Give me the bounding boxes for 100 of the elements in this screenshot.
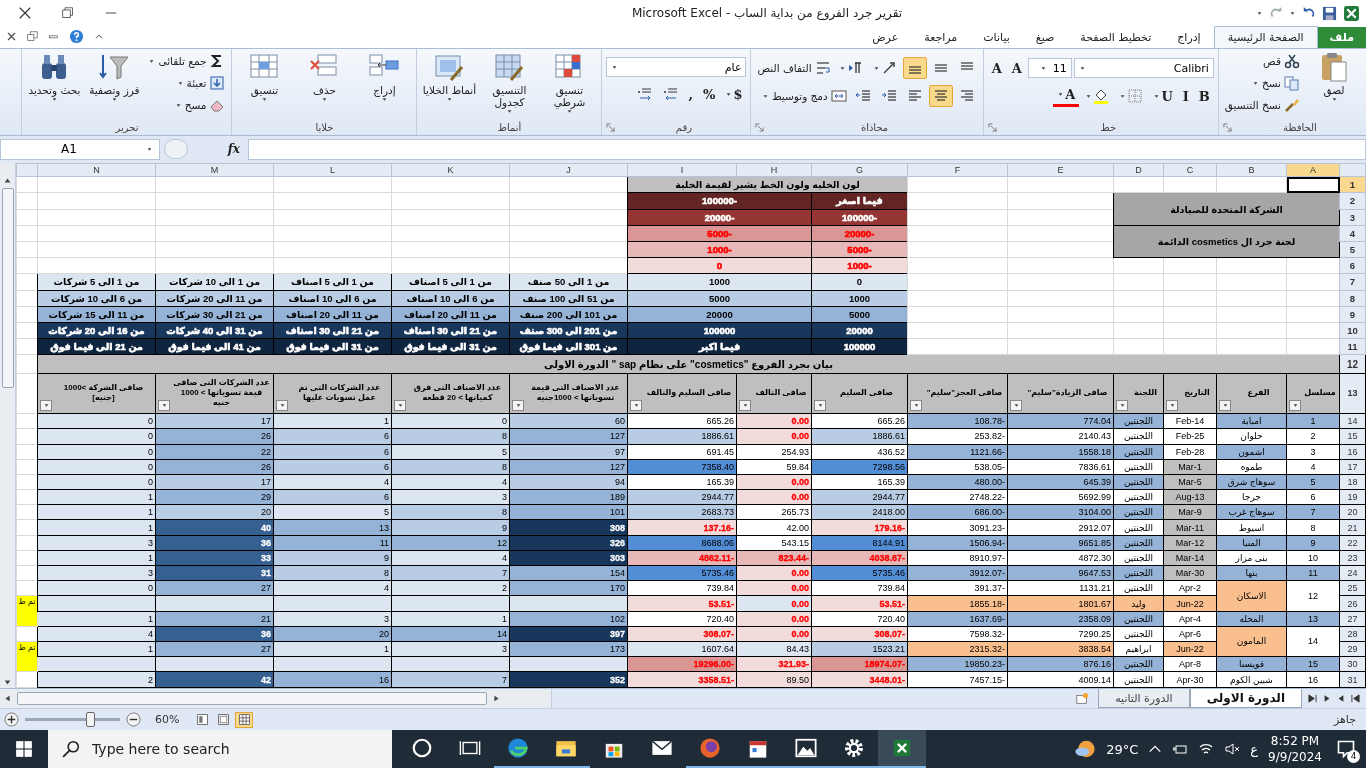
column-header[interactable]: I <box>627 163 737 177</box>
ribbon-button[interactable]: دمج وتوسيط <box>759 86 849 106</box>
taskbar-button[interactable] <box>878 730 926 768</box>
formula-field[interactable] <box>248 138 1366 160</box>
scroll-left-icon[interactable] <box>4 694 11 703</box>
scroll-down-icon[interactable] <box>3 679 12 686</box>
ribbon-button[interactable]: حذف <box>296 51 353 102</box>
column-header[interactable]: J <box>509 163 628 177</box>
ribbon-button[interactable]: مسح <box>172 95 228 115</box>
ribbon-button[interactable]: إدراج <box>356 51 413 102</box>
toolbar-button[interactable]: A <box>1053 85 1080 107</box>
ribbon-button[interactable]: جمع تلقائى <box>146 51 228 71</box>
ribbon-tab[interactable]: الصفحة الرئيسية <box>1213 26 1318 48</box>
ribbon-tab[interactable]: عرض <box>859 27 912 48</box>
zoom-level[interactable]: 60% <box>147 713 188 726</box>
scroll-up-icon[interactable] <box>3 177 12 184</box>
help-icon[interactable] <box>69 29 84 44</box>
filter-button[interactable] <box>910 400 922 412</box>
close-icon[interactable] <box>6 31 17 42</box>
horizontal-scrollbar[interactable] <box>0 689 552 708</box>
sheet-tab[interactable]: الدورة التانيه <box>1098 689 1190 708</box>
vertical-scrollbar[interactable] <box>0 163 16 688</box>
scroll-right-icon[interactable] <box>493 694 500 703</box>
ribbon-button[interactable]: نسخ التنسيق <box>1222 95 1302 115</box>
filter-button[interactable] <box>1166 400 1178 412</box>
filter-button[interactable] <box>40 400 52 412</box>
column-header[interactable]: E <box>1007 163 1114 177</box>
ribbon-button[interactable]: تعبئة <box>174 73 228 93</box>
filter-button[interactable] <box>276 400 288 412</box>
launcher-icon[interactable] <box>606 123 616 132</box>
column-header[interactable]: F <box>907 163 1008 177</box>
function-button[interactable]: fx <box>192 142 244 156</box>
close-icon[interactable] <box>18 6 32 20</box>
zoom-in-icon[interactable] <box>4 712 19 727</box>
temperature[interactable]: 29°C <box>1106 741 1139 757</box>
toolbar-button[interactable]: U <box>1149 85 1177 107</box>
column-header[interactable]: N <box>37 163 156 177</box>
zoom-out-icon[interactable] <box>126 712 141 727</box>
row-header[interactable]: 13 <box>1339 373 1366 414</box>
ribbon-button[interactable]: فرز وتصفية <box>86 51 143 102</box>
search-field[interactable]: Type here to search <box>48 730 392 768</box>
ribbon-button[interactable]: قص <box>1261 51 1302 71</box>
previous-sheet-icon[interactable] <box>1337 694 1345 703</box>
dropdown-field[interactable]: Calibri <box>1073 58 1214 78</box>
name-box[interactable]: A1 <box>0 138 160 160</box>
filter-button[interactable] <box>630 400 642 412</box>
ribbon-button[interactable]: التفاف النص <box>755 58 833 78</box>
clock-time[interactable]: 8:52 PM <box>1270 733 1320 749</box>
slider-thumb[interactable] <box>85 712 95 727</box>
column-header[interactable]: M <box>155 163 274 177</box>
ribbon-button[interactable]: بحث وتحديد <box>26 51 83 102</box>
toolbar-button[interactable]: A <box>1007 57 1026 79</box>
ribbon-button[interactable]: لصق <box>1306 51 1362 102</box>
resize-handle[interactable] <box>164 139 188 159</box>
language-indicator[interactable]: ع <box>1250 741 1259 757</box>
dropdown-field[interactable]: 11 <box>1027 58 1072 78</box>
column-header[interactable]: H <box>736 163 812 177</box>
filter-button[interactable] <box>1116 400 1128 412</box>
column-header[interactable]: A <box>1286 163 1340 177</box>
filter-button[interactable] <box>394 400 406 412</box>
column-header[interactable]: L <box>273 163 392 177</box>
filter-button[interactable] <box>1289 400 1301 412</box>
last-sheet-icon[interactable] <box>1351 694 1360 703</box>
ribbon-button[interactable]: تنسيق شرطي <box>541 51 598 114</box>
ribbon-tab[interactable]: مراجعة <box>911 27 971 48</box>
restore-icon[interactable] <box>27 31 38 42</box>
filter-button[interactable] <box>158 400 170 412</box>
toolbar-button[interactable]: A <box>987 57 1006 79</box>
toolbar-button[interactable]: B <box>1194 85 1214 107</box>
ribbon-button[interactable]: التنسيق كجدول <box>481 51 538 114</box>
new-sheet-icon[interactable] <box>1074 691 1091 706</box>
toolbar-button[interactable] <box>902 57 927 79</box>
next-sheet-icon[interactable] <box>1323 694 1331 703</box>
launcher-icon[interactable] <box>987 123 997 132</box>
ribbon-button[interactable]: أنماط الخلايا <box>421 51 478 102</box>
ribbon-button[interactable]: نسخ <box>1249 73 1302 93</box>
column-header[interactable]: K <box>391 163 510 177</box>
cell-cursor[interactable] <box>1286 176 1340 193</box>
ribbon-tab[interactable]: بيانات <box>970 27 1023 48</box>
filter-button[interactable] <box>1219 400 1231 412</box>
column-header[interactable]: B <box>1216 163 1287 177</box>
app-logo-icon[interactable] <box>1343 4 1360 22</box>
toolbar-button[interactable]: , <box>684 83 698 105</box>
view-button[interactable] <box>235 711 254 728</box>
save-icon[interactable] <box>1322 5 1337 21</box>
toolbar-button[interactable]: % <box>699 83 720 105</box>
notification-icon[interactable] <box>1336 739 1356 759</box>
first-sheet-icon[interactable] <box>1308 694 1317 703</box>
filter-button[interactable] <box>814 400 826 412</box>
ribbon-tab[interactable]: ملف <box>1317 27 1366 48</box>
dropdown-field[interactable]: عام <box>606 57 747 77</box>
launcher-icon[interactable] <box>755 123 765 132</box>
scroll-thumb[interactable] <box>1 188 14 388</box>
launcher-icon[interactable] <box>1222 123 1232 132</box>
filter-button[interactable] <box>739 400 751 412</box>
toolbar-button[interactable]: I <box>1178 85 1193 107</box>
column-header[interactable]: D <box>1113 163 1164 177</box>
restore-icon[interactable] <box>62 7 74 19</box>
sheet-tab[interactable]: الدورة الاولى <box>1189 689 1302 708</box>
ribbon-tab[interactable]: صيغ <box>1022 27 1068 48</box>
